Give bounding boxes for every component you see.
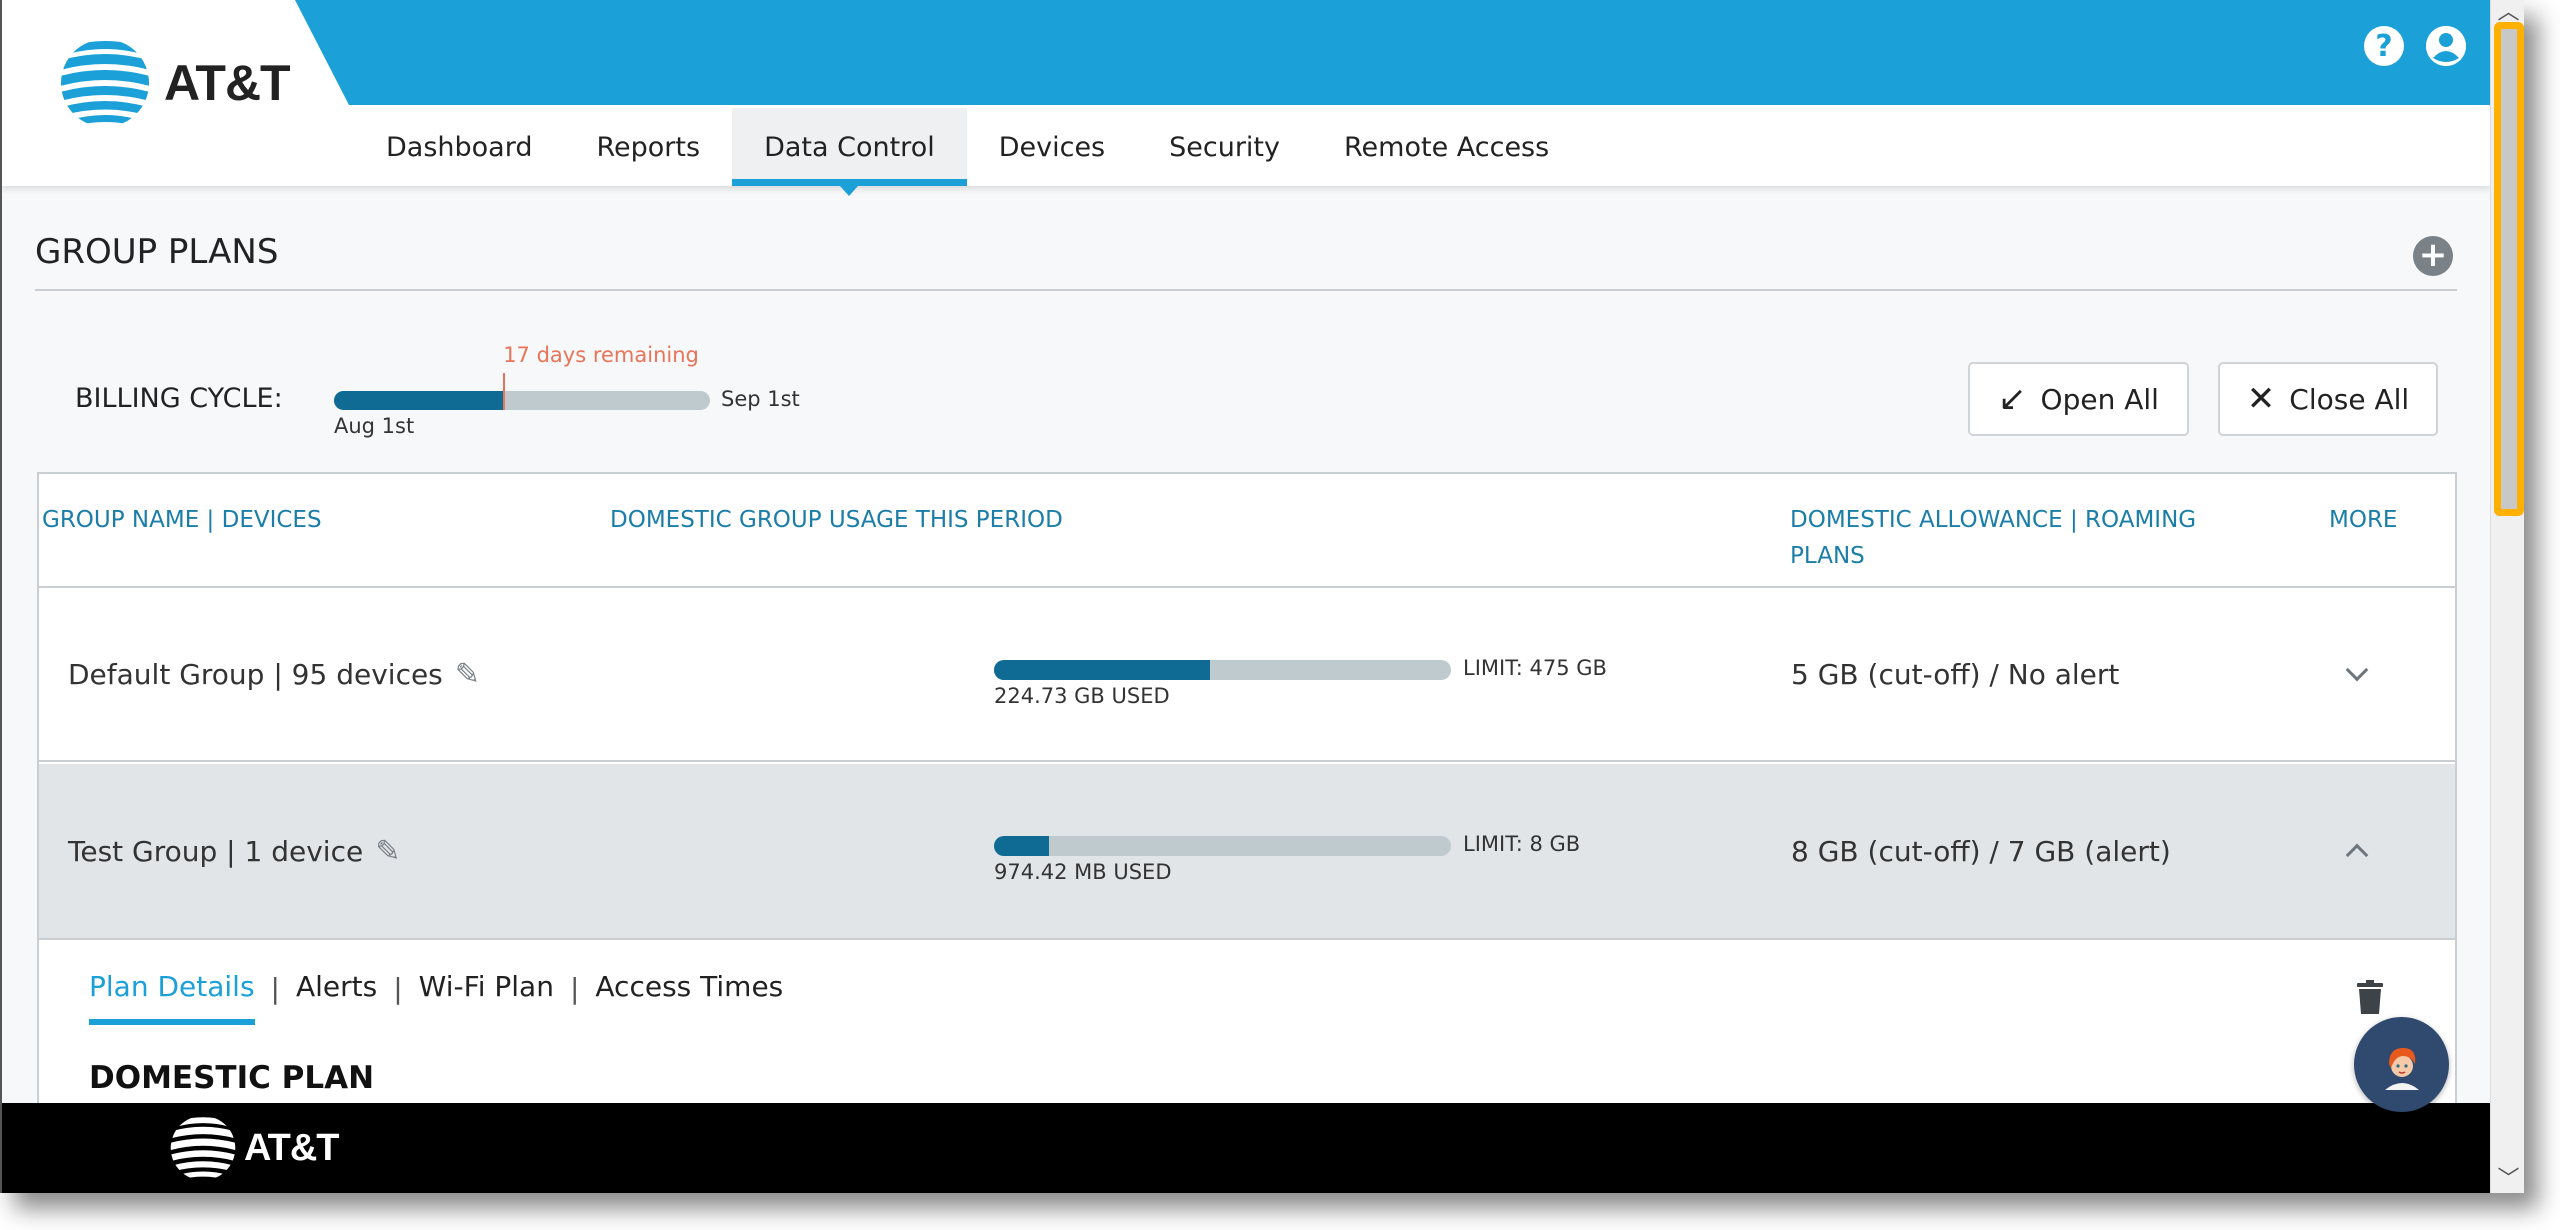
open-all-label: Open All <box>2040 382 2159 416</box>
billing-today-marker <box>503 373 506 410</box>
column-header-usage[interactable]: DOMESTIC GROUP USAGE THIS PERIOD <box>610 502 1063 538</box>
divider <box>35 289 2457 291</box>
scroll-down-arrow-icon[interactable]: ﹀ <box>2491 1167 2524 1193</box>
usage-limit: LIMIT: 475 GB <box>1463 656 1607 680</box>
group-name: Default Group | 95 devices <box>68 657 443 691</box>
usage-fill <box>994 836 1049 856</box>
tab-remote-access[interactable]: Remote Access <box>1312 108 1581 186</box>
table-row[interactable]: Test Group | 1 device ✎ LIMIT: 8 GB 974.… <box>39 764 2455 940</box>
footer: AT&T <box>2 1103 2490 1193</box>
page-title: GROUP PLANS <box>35 232 279 272</box>
trash-icon[interactable] <box>2357 980 2383 1014</box>
billing-cycle-fill <box>334 391 504 410</box>
tab-devices[interactable]: Devices <box>967 108 1137 186</box>
open-all-button[interactable]: ↙ Open All <box>1968 362 2189 436</box>
footer-att-logo[interactable]: AT&T <box>170 1115 339 1181</box>
browser-window: AT&T ? Dashboard Reports Data Control De… <box>0 0 2524 1193</box>
edit-pencil-icon[interactable]: ✎ <box>375 834 400 869</box>
subtab-plan-details[interactable]: Plan Details <box>89 970 255 1025</box>
subtab-alerts[interactable]: Alerts <box>296 970 377 1007</box>
group-name: Test Group | 1 device <box>68 834 364 868</box>
allowance-cell: 8 GB (cut-off) / 7 GB (alert) <box>1791 834 2171 868</box>
tab-reports[interactable]: Reports <box>564 108 732 186</box>
usage-used: 224.73 GB USED <box>994 684 1170 708</box>
add-plan-icon[interactable]: + <box>2413 236 2453 276</box>
group-plans-table: GROUP NAME | DEVICES DOMESTIC GROUP USAG… <box>37 472 2457 1182</box>
usage-bar <box>994 836 1451 856</box>
expand-row-button[interactable] <box>2345 588 2369 760</box>
help-icon[interactable]: ? <box>2364 26 2404 66</box>
edit-pencil-icon[interactable]: ✎ <box>455 657 480 692</box>
close-icon: ✕ <box>2246 379 2276 419</box>
chevron-up-icon <box>2345 843 2369 867</box>
domestic-plan-heading: DOMESTIC PLAN <box>89 1060 375 1096</box>
scrollbar-thumb[interactable] <box>2494 22 2524 516</box>
header-blue-band <box>295 0 2490 105</box>
chevron-down-icon <box>2345 658 2369 682</box>
close-all-button[interactable]: ✕ Close All <box>2218 362 2438 436</box>
column-header-more: MORE <box>2329 507 2398 533</box>
subtab-wifi-plan[interactable]: Wi-Fi Plan <box>419 970 554 1007</box>
allowance-cell: 5 GB (cut-off) / No alert <box>1791 657 2120 691</box>
column-header-allowance[interactable]: DOMESTIC ALLOWANCE | ROAMING PLANS <box>1790 502 2210 574</box>
column-header-group[interactable]: GROUP NAME | DEVICES <box>42 502 322 538</box>
collapse-row-button[interactable] <box>2345 764 2369 938</box>
days-remaining: 17 days remaining <box>503 343 699 367</box>
tab-separator: | <box>393 972 403 1005</box>
table-row[interactable]: Default Group | 95 devices ✎ LIMIT: 475 … <box>39 588 2455 762</box>
tab-separator: | <box>569 972 580 1005</box>
tab-separator: | <box>270 972 280 1005</box>
group-name-cell: Default Group | 95 devices ✎ <box>68 588 480 760</box>
brand-name: AT&T <box>164 55 291 111</box>
arrow-down-left-icon: ↙ <box>1998 379 2027 419</box>
billing-cycle-bar <box>334 391 710 410</box>
usage-cell: LIMIT: 475 GB 224.73 GB USED <box>994 588 1694 760</box>
tab-dashboard[interactable]: Dashboard <box>354 108 564 186</box>
billing-end-date: Sep 1st <box>721 387 800 411</box>
billing-cycle-label: BILLING CYCLE: <box>75 383 283 414</box>
usage-bar <box>994 660 1451 680</box>
billing-start-date: Aug 1st <box>334 414 415 438</box>
detail-tabs: Plan Details | Alerts | Wi-Fi Plan | Acc… <box>89 970 783 1025</box>
usage-fill <box>994 660 1211 680</box>
usage-limit: LIMIT: 8 GB <box>1463 832 1581 856</box>
header-actions: ? <box>2364 26 2466 66</box>
tab-security[interactable]: Security <box>1137 108 1312 186</box>
att-globe-icon <box>61 39 149 127</box>
user-icon <box>2426 26 2466 66</box>
main-nav: Dashboard Reports Data Control Devices S… <box>354 108 1581 196</box>
vertical-scrollbar[interactable]: ︿ ﹀ <box>2490 0 2524 1193</box>
subtab-access-times[interactable]: Access Times <box>595 970 783 1007</box>
user-account-icon[interactable] <box>2426 26 2466 66</box>
chat-assistant-button[interactable] <box>2354 1017 2449 1112</box>
att-logo[interactable]: AT&T <box>60 38 291 128</box>
group-name-cell: Test Group | 1 device ✎ <box>68 764 400 938</box>
usage-used: 974.42 MB USED <box>994 860 1172 884</box>
assistant-avatar-icon <box>2384 1047 2419 1090</box>
att-globe-icon <box>170 1115 236 1181</box>
footer-brand-name: AT&T <box>244 1126 339 1169</box>
tab-data-control[interactable]: Data Control <box>732 108 967 196</box>
usage-cell: LIMIT: 8 GB 974.42 MB USED <box>994 764 1694 938</box>
close-all-label: Close All <box>2289 382 2410 416</box>
